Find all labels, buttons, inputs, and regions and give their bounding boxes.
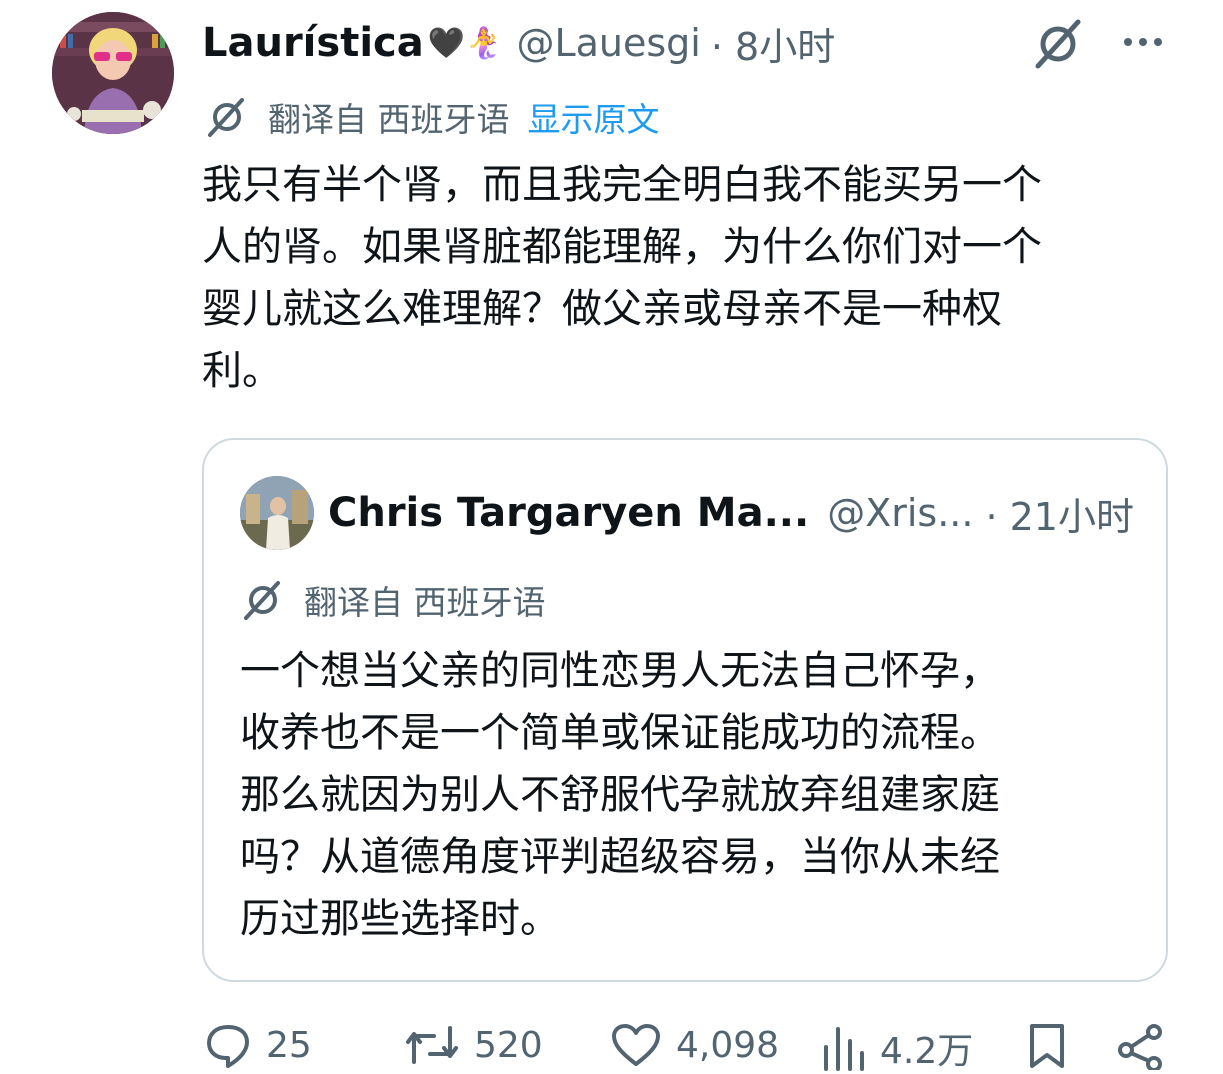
- tweet-text-line: 婴儿就这么难理解？做父亲或母亲不是一种权: [202, 286, 1002, 332]
- quoted-translation-notice: 翻译自 西班牙语: [240, 575, 546, 625]
- author-avatar[interactable]: [52, 12, 174, 134]
- like-count: 4,098: [676, 1024, 780, 1066]
- like-button[interactable]: 4,098: [610, 1022, 779, 1068]
- reply-count: 25: [266, 1024, 312, 1066]
- quoted-author-avatar[interactable]: [240, 476, 314, 550]
- translated-from-label: 翻译自 西班牙语: [268, 100, 510, 139]
- author-handle[interactable]: @Lauesgi: [516, 21, 700, 65]
- quoted-author-handle[interactable]: @Xris...: [827, 491, 973, 535]
- retweet-count: 520: [474, 1024, 543, 1066]
- quoted-text-line: 吗？从道德角度评判超级容易，当你从未经: [240, 834, 1000, 880]
- quoted-translated-from-label: 翻译自 西班牙语: [304, 583, 546, 622]
- quoted-tweet-text: 一个想当父亲的同性恋男人无法自己怀孕， 收养也不是一个简单或保证能成功的流程。 …: [240, 640, 1140, 950]
- grok-icon[interactable]: [1030, 16, 1086, 72]
- tweet-text-line: 人的肾。如果肾脏都能理解，为什么你们对一个: [202, 224, 1042, 270]
- tweet-text-line: 我只有半个肾，而且我完全明白我不能买另一个: [202, 162, 1042, 208]
- author-header: Laurística 🖤🧜‍♀️ @Lauesgi · 8小时: [202, 14, 835, 72]
- quoted-text-line: 那么就因为别人不舒服代孕就放弃组建家庭: [240, 772, 1000, 818]
- grok-icon: [244, 581, 280, 620]
- quoted-author-display-name[interactable]: Chris Targaryen Ma...: [328, 490, 809, 536]
- retweet-button[interactable]: 520: [404, 1022, 543, 1068]
- show-original-link[interactable]: 显示原文: [528, 93, 660, 141]
- views-icon: [824, 1027, 864, 1071]
- reply-button[interactable]: 25: [204, 1022, 312, 1068]
- quoted-text-line: 一个想当父亲的同性恋男人无法自己怀孕，: [240, 648, 1000, 694]
- grok-icon: [208, 98, 244, 137]
- quoted-text-line: 收养也不是一个简单或保证能成功的流程。: [240, 710, 1000, 756]
- share-button[interactable]: [1116, 1022, 1180, 1070]
- heart-icon: [612, 1024, 660, 1066]
- bookmark-button[interactable]: [1026, 1022, 1082, 1070]
- tweet-text-line: 利。: [202, 348, 282, 394]
- translation-notice: 翻译自 西班牙语 显示原文: [204, 92, 660, 142]
- quoted-author-header: Chris Targaryen Ma... @Xris... · 21小时: [328, 484, 1134, 542]
- reply-icon: [207, 1025, 249, 1068]
- bookmark-icon: [1030, 1024, 1064, 1068]
- view-count: 4.2万: [880, 1031, 974, 1072]
- retweet-icon: [406, 1026, 458, 1064]
- quoted-tweet-time[interactable]: · 21小时: [985, 486, 1134, 541]
- share-icon: [1118, 1024, 1162, 1070]
- author-display-name[interactable]: Laurística: [202, 20, 424, 66]
- tweet-action-bar: 25 520 4,098 4.2万: [200, 1020, 1200, 1073]
- author-name-emoji: 🖤🧜‍♀️: [427, 25, 503, 61]
- views-button[interactable]: 4.2万: [820, 1022, 973, 1074]
- more-icon[interactable]: [1118, 22, 1168, 62]
- tweet-text: 我只有半个肾，而且我完全明白我不能买另一个 人的肾。如果肾脏都能理解，为什么你们…: [202, 154, 1177, 402]
- quoted-text-line: 历过那些选择时。: [240, 896, 560, 942]
- tweet-time[interactable]: · 8小时: [711, 16, 835, 71]
